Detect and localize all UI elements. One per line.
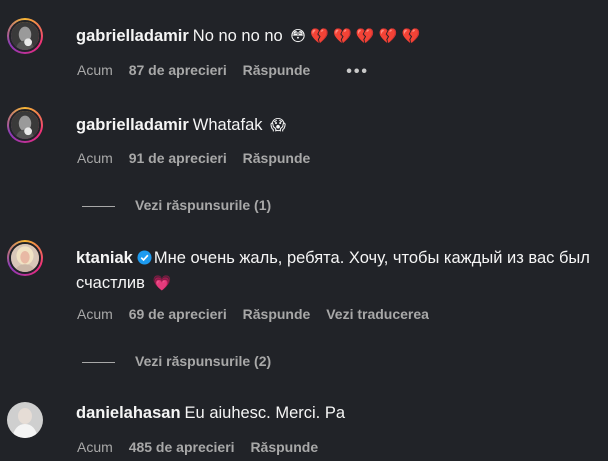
- reply-button[interactable]: Răspunde: [243, 150, 311, 166]
- view-replies-button[interactable]: Vezi răspunsurile (1): [82, 197, 271, 213]
- comment-text: No no no no: [192, 27, 283, 45]
- view-replies-label: Vezi răspunsurile (2): [135, 353, 272, 369]
- comment-meta: Acum 485 de aprecieri Răspunde: [77, 439, 330, 455]
- comment-emojis: 😱: [270, 117, 286, 134]
- likes-count[interactable]: 87 de aprecieri: [129, 62, 227, 78]
- comment-text-line: danielahasan Eu aiuhesc. Merci. Pa: [76, 401, 600, 426]
- view-replies-label: Vezi răspunsurile (1): [135, 197, 272, 213]
- replies-divider: [82, 361, 115, 363]
- likes-count[interactable]: 91 de aprecieri: [129, 150, 227, 166]
- avatar[interactable]: [7, 240, 43, 276]
- comment-meta: Acum 87 de aprecieri Răspunde •••: [77, 62, 381, 81]
- comment-emojis: 😳 💔 💔 💔 💔 💔: [290, 28, 421, 45]
- comment-time: Acum: [77, 62, 113, 78]
- likes-count[interactable]: 69 de aprecieri: [129, 306, 227, 322]
- reply-button[interactable]: Răspunde: [243, 306, 311, 322]
- comment-time: Acum: [77, 306, 113, 322]
- comment-text-line: ktaniak Мне очень жаль, ребята. Хочу, что…: [76, 246, 600, 296]
- comment-text: Eu aiuhesc. Merci. Pa: [184, 404, 346, 422]
- likes-count[interactable]: 485 de aprecieri: [129, 439, 235, 455]
- avatar[interactable]: [7, 18, 43, 54]
- avatar-image: [7, 402, 43, 438]
- comment-text: Whatafak: [192, 116, 263, 134]
- more-options-icon[interactable]: •••: [346, 63, 369, 81]
- comment-username[interactable]: ktaniak: [76, 249, 133, 267]
- comment-time: Acum: [77, 439, 113, 455]
- comment-username[interactable]: danielahasan: [76, 404, 181, 422]
- replies-divider: [82, 205, 115, 207]
- comment-text-line: gabrielladamir No no no no 😳 💔 💔 💔 💔 💔: [76, 24, 600, 49]
- avatar[interactable]: [7, 402, 43, 438]
- comment-username[interactable]: gabrielladamir: [76, 116, 189, 134]
- comment-emojis: 💗: [152, 275, 172, 292]
- reply-button[interactable]: Răspunde: [243, 62, 311, 78]
- comment-meta: Acum 91 de aprecieri Răspunde: [77, 150, 322, 166]
- comment-time: Acum: [77, 150, 113, 166]
- comment-username[interactable]: gabrielladamir: [76, 27, 189, 45]
- comment-text-line: gabrielladamir Whatafak 😱: [76, 113, 600, 138]
- translate-button[interactable]: Vezi traducerea: [326, 306, 429, 322]
- avatar[interactable]: [7, 107, 43, 143]
- view-replies-button[interactable]: Vezi răspunsurile (2): [82, 353, 271, 369]
- avatar-image: [11, 111, 39, 139]
- comment-meta: Acum 69 de aprecieri Răspunde Vezi tradu…: [77, 306, 441, 322]
- avatar-image: [11, 244, 39, 272]
- avatar-image: [11, 22, 39, 50]
- reply-button[interactable]: Răspunde: [250, 439, 318, 455]
- verified-badge-icon: [137, 250, 152, 265]
